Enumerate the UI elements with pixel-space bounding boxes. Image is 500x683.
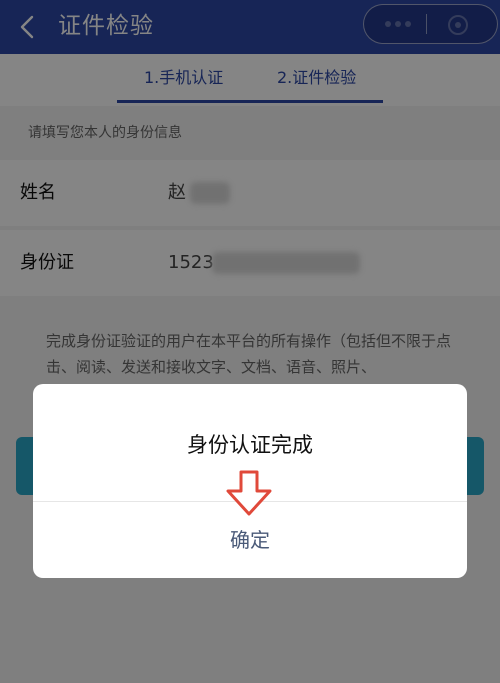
dialog-title: 身份认证完成 xyxy=(187,433,313,457)
down-arrow-annotation-icon xyxy=(226,470,272,516)
verification-dialog: 身份认证完成 确定 xyxy=(33,384,467,578)
modal-overlay xyxy=(0,0,500,683)
